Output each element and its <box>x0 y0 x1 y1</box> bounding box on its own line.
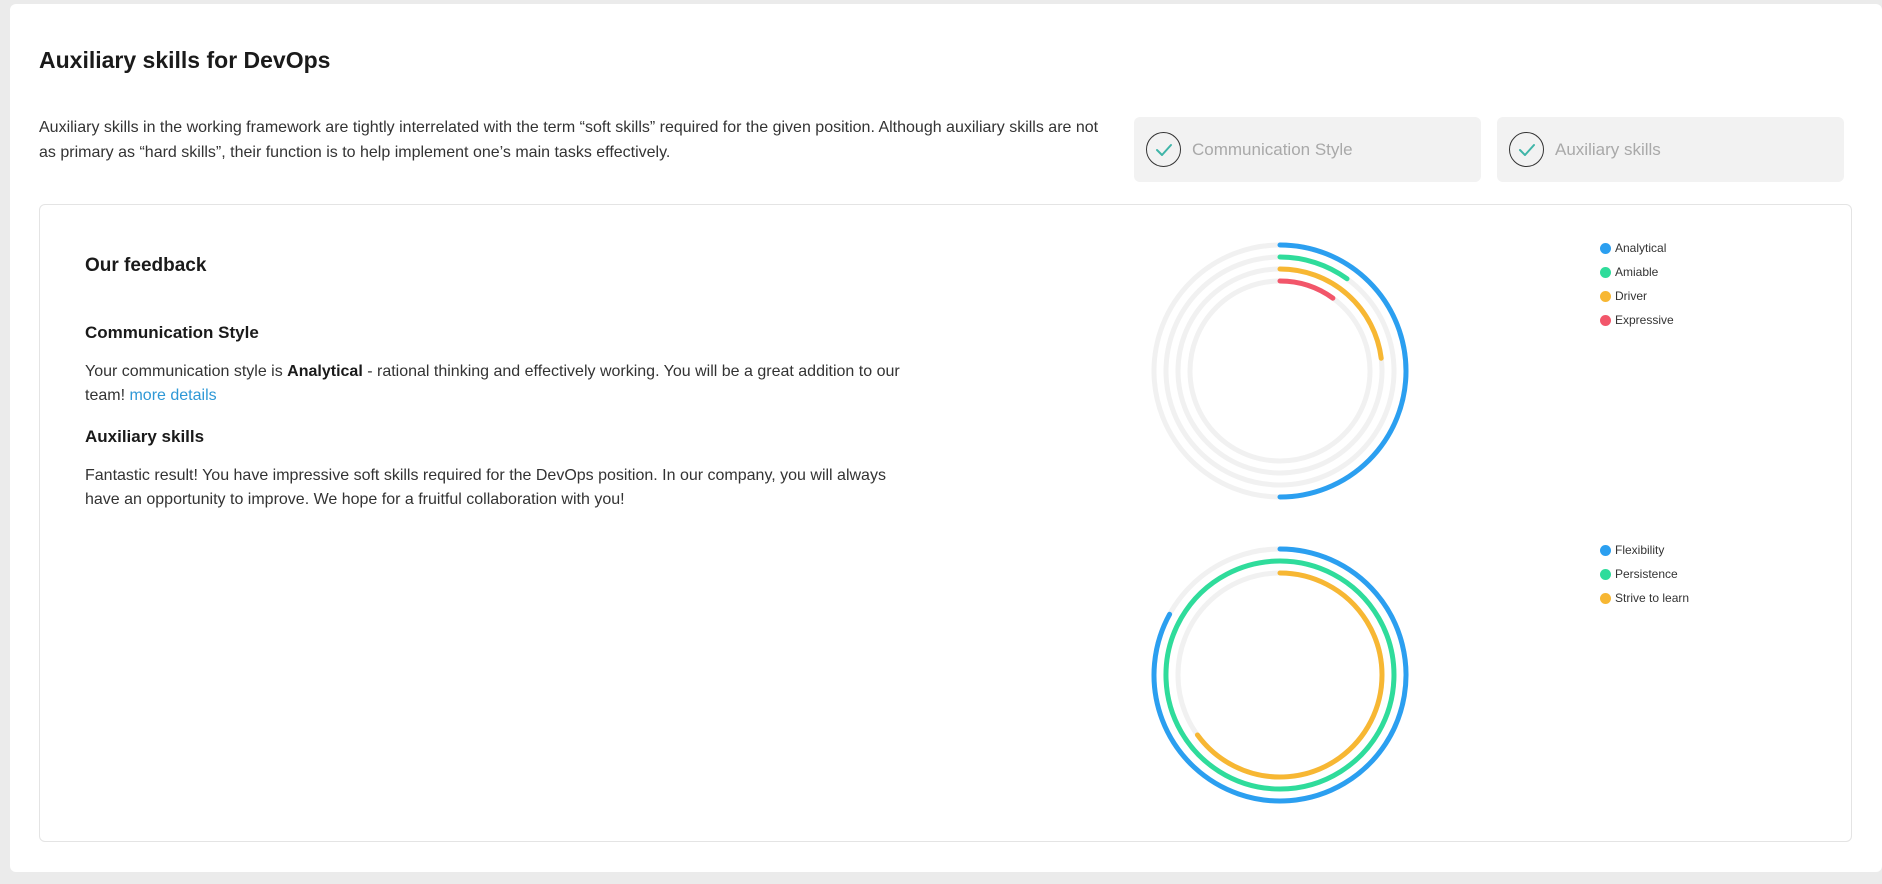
ring-bar-persistence <box>1163 558 1397 792</box>
communication-text: Your communication style is Analytical -… <box>85 360 925 408</box>
feedback-title: Our feedback <box>85 255 207 276</box>
more-details-link[interactable]: more details <box>129 387 216 404</box>
legend-item-expressive[interactable]: Expressive <box>1600 308 1674 332</box>
page-title: Auxiliary skills for DevOps <box>39 47 331 73</box>
step-label: Communication Style <box>1192 139 1353 159</box>
legend-item-amiable[interactable]: Amiable <box>1600 260 1674 284</box>
legend-dot <box>1600 568 1611 580</box>
legend-dot <box>1600 290 1611 302</box>
legend-item-strive-to-learn[interactable]: Strive to learn <box>1600 586 1689 610</box>
auxiliary-heading: Auxiliary skills <box>85 427 205 446</box>
step-label: Auxiliary skills <box>1555 139 1661 159</box>
feedback-panel: Our feedback Communication Style Your co… <box>39 204 1852 842</box>
ring-track-expressive <box>1187 278 1373 464</box>
legend-item-analytical[interactable]: Analytical <box>1600 236 1674 260</box>
legend-label: Flexibility <box>1615 543 1665 557</box>
legend-dot <box>1600 314 1611 326</box>
intro-text: Auxiliary skills in the working framewor… <box>39 119 1099 161</box>
communication-style-legend: Analytical Amiable Driver Expressive <box>1600 236 1674 332</box>
legend-dot <box>1600 544 1611 556</box>
legend-label: Expressive <box>1615 313 1674 327</box>
legend-label: Driver <box>1615 289 1647 303</box>
legend-label: Amiable <box>1615 265 1659 279</box>
legend-item-persistence[interactable]: Persistence <box>1600 562 1689 586</box>
auxiliary-text: Fantastic result! You have impressive so… <box>85 467 886 508</box>
ring-bar-expressive <box>1277 278 1336 301</box>
communication-style-chart <box>1151 242 1409 500</box>
legend-label: Analytical <box>1615 241 1667 255</box>
legend-item-flexibility[interactable]: Flexibility <box>1600 538 1689 562</box>
step-communication-style[interactable]: Communication Style <box>1134 117 1481 182</box>
check-icon <box>1146 132 1181 167</box>
ring-bar-strive-to-learn <box>1194 570 1385 780</box>
auxiliary-skills-legend: Flexibility Persistence Strive to learn <box>1600 538 1689 610</box>
legend-dot <box>1600 266 1611 278</box>
communication-heading: Communication Style <box>85 323 259 342</box>
legend-item-driver[interactable]: Driver <box>1600 284 1674 308</box>
communication-style-name: Analytical <box>287 363 363 380</box>
legend-label: Strive to learn <box>1615 591 1690 605</box>
communication-text-start: Your communication style is <box>85 363 288 380</box>
step-auxiliary-skills[interactable]: Auxiliary skills <box>1497 117 1844 182</box>
ring-track-amiable <box>1163 254 1397 488</box>
legend-dot <box>1600 242 1611 254</box>
legend-label: Persistence <box>1615 567 1678 581</box>
legend-dot <box>1600 592 1611 604</box>
auxiliary-skills-chart <box>1151 546 1409 804</box>
check-icon <box>1509 132 1544 167</box>
